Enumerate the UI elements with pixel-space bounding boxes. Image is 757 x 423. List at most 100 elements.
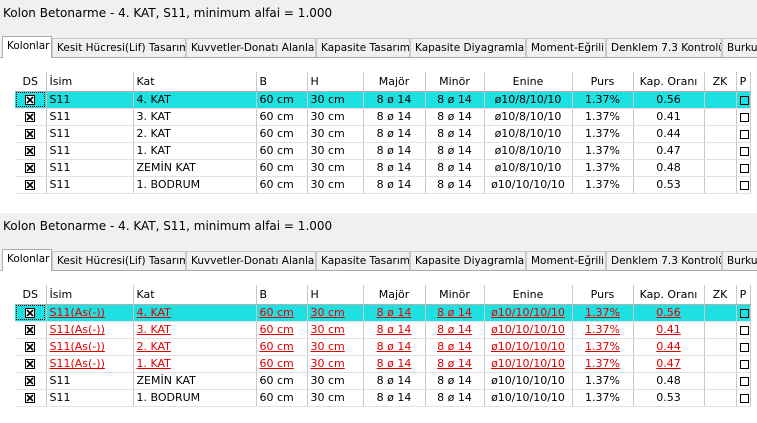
- column-header[interactable]: Enine: [484, 285, 573, 305]
- tab-kolonlar[interactable]: Kolonlar: [2, 249, 52, 271]
- p-cell[interactable]: [736, 338, 751, 356]
- tab-kapasite-diyagramlari[interactable]: Kapasite Diyagramları: [410, 251, 526, 270]
- tab-kapasite-tasarimi[interactable]: Kapasite Tasarımı: [316, 251, 410, 270]
- checked-box-icon[interactable]: [25, 308, 36, 318]
- column-header[interactable]: Minör: [425, 72, 485, 92]
- unchecked-box-icon[interactable]: [739, 376, 749, 386]
- tab-kapasite-diyagramlari[interactable]: Kapasite Diyagramları: [410, 38, 526, 57]
- table-row[interactable]: S11(As(-)) 4. KAT 60 cm 30 cm 8 ø 14 8 ø 14 ø1…: [15, 304, 751, 322]
- table-row[interactable]: S11 1. BODRUM 60 cm 30 cm 8 ø 14 8 ø 14 ø10/10…: [15, 176, 751, 194]
- unchecked-box-icon[interactable]: [739, 308, 749, 318]
- checked-box-icon[interactable]: [25, 146, 36, 156]
- column-header[interactable]: Kat: [133, 285, 257, 305]
- column-header[interactable]: DS: [15, 72, 47, 92]
- column-header[interactable]: Kap. Oranı: [633, 72, 705, 92]
- p-cell[interactable]: [736, 321, 751, 339]
- table-row[interactable]: S11 3. KAT 60 cm 30 cm 8 ø 14 8 ø 14 ø10/8/10/…: [15, 108, 751, 126]
- tab-denklem-kontrol[interactable]: Denklem 7.3 Kontrolü: [606, 38, 722, 57]
- column-header[interactable]: Majör: [363, 285, 426, 305]
- ds-cell[interactable]: [15, 125, 47, 143]
- p-cell[interactable]: [736, 304, 751, 322]
- unchecked-box-icon[interactable]: [739, 393, 749, 403]
- tab-moment-egrilik[interactable]: Moment-Eğrilik: [526, 251, 606, 270]
- ds-cell[interactable]: [15, 176, 47, 194]
- table-row[interactable]: S11 1. BODRUM 60 cm 30 cm 8 ø 14 8 ø 14 ø10/10…: [15, 389, 751, 407]
- column-header[interactable]: Minör: [425, 285, 485, 305]
- column-header[interactable]: İsim: [46, 285, 134, 305]
- tab-kolonlar[interactable]: Kolonlar: [2, 36, 52, 58]
- checked-box-icon[interactable]: [25, 393, 36, 403]
- ds-cell[interactable]: [15, 389, 47, 407]
- p-cell[interactable]: [736, 372, 751, 390]
- table-row[interactable]: S11(As(-)) 2. KAT 60 cm 30 cm 8 ø 14 8 ø 14 ø1…: [15, 338, 751, 356]
- tab-burkulma[interactable]: Burkulm: [722, 38, 757, 57]
- checked-box-icon[interactable]: [25, 180, 36, 190]
- p-cell[interactable]: [736, 108, 751, 126]
- column-header[interactable]: DS: [15, 285, 47, 305]
- table-row[interactable]: S11 ZEMİN KAT 60 cm 30 cm 8 ø 14 8 ø 14 ø10/8/…: [15, 159, 751, 177]
- table-row[interactable]: S11(As(-)) 3. KAT 60 cm 30 cm 8 ø 14 8 ø 14 ø1…: [15, 321, 751, 339]
- ds-cell[interactable]: [15, 372, 47, 390]
- tab-kuvvetler-donati[interactable]: Kuvvetler-Donatı Alanları: [186, 251, 316, 270]
- checked-box-icon[interactable]: [25, 112, 36, 122]
- p-cell[interactable]: [736, 355, 751, 373]
- p-cell[interactable]: [736, 176, 751, 194]
- column-header[interactable]: Kap. Oranı: [633, 285, 705, 305]
- tab-kapasite-tasarimi[interactable]: Kapasite Tasarımı: [316, 38, 410, 57]
- checked-box-icon[interactable]: [25, 376, 36, 386]
- p-cell[interactable]: [736, 389, 751, 407]
- tab-denklem-kontrol[interactable]: Denklem 7.3 Kontrolü: [606, 251, 722, 270]
- column-header[interactable]: B: [256, 72, 308, 92]
- column-header[interactable]: Purs: [572, 72, 634, 92]
- tab-burkulma[interactable]: Burkulm: [722, 251, 757, 270]
- column-header[interactable]: P: [736, 285, 751, 305]
- table-row[interactable]: S11 4. KAT 60 cm 30 cm 8 ø 14 8 ø 14 ø10/8/10/…: [15, 91, 751, 109]
- table-row[interactable]: S11(As(-)) 1. KAT 60 cm 30 cm 8 ø 14 8 ø 14 ø1…: [15, 355, 751, 373]
- p-cell[interactable]: [736, 125, 751, 143]
- checked-box-icon[interactable]: [25, 359, 36, 369]
- tab-moment-egrilik[interactable]: Moment-Eğrilik: [526, 38, 606, 57]
- column-header[interactable]: P: [736, 72, 751, 92]
- ds-cell[interactable]: [15, 91, 47, 109]
- ds-cell[interactable]: [15, 321, 47, 339]
- checked-box-icon[interactable]: [25, 129, 36, 139]
- column-header[interactable]: İsim: [46, 72, 134, 92]
- tab-kesit-hucresi[interactable]: Kesit Hücresi(Lif) Tasarımı: [52, 38, 186, 57]
- tab-kuvvetler-donati[interactable]: Kuvvetler-Donatı Alanları: [186, 38, 316, 57]
- unchecked-box-icon[interactable]: [739, 163, 749, 173]
- ds-cell[interactable]: [15, 338, 47, 356]
- table-row[interactable]: S11 ZEMİN KAT 60 cm 30 cm 8 ø 14 8 ø 14 ø10/10…: [15, 372, 751, 390]
- ds-cell[interactable]: [15, 108, 47, 126]
- unchecked-box-icon[interactable]: [739, 95, 749, 105]
- unchecked-box-icon[interactable]: [739, 129, 749, 139]
- tab-kesit-hucresi[interactable]: Kesit Hücresi(Lif) Tasarımı: [52, 251, 186, 270]
- column-header[interactable]: Purs: [572, 285, 634, 305]
- unchecked-box-icon[interactable]: [739, 112, 749, 122]
- unchecked-box-icon[interactable]: [739, 146, 749, 156]
- checked-box-icon[interactable]: [25, 95, 36, 105]
- unchecked-box-icon[interactable]: [739, 180, 749, 190]
- ds-cell[interactable]: [15, 355, 47, 373]
- table-row[interactable]: S11 2. KAT 60 cm 30 cm 8 ø 14 8 ø 14 ø10/8/10/…: [15, 125, 751, 143]
- unchecked-box-icon[interactable]: [739, 359, 749, 369]
- ds-cell[interactable]: [15, 142, 47, 160]
- unchecked-box-icon[interactable]: [739, 342, 749, 352]
- column-header[interactable]: Kat: [133, 72, 257, 92]
- table-row[interactable]: S11 1. KAT 60 cm 30 cm 8 ø 14 8 ø 14 ø10/8/10/…: [15, 142, 751, 160]
- column-header[interactable]: H: [307, 72, 364, 92]
- column-header[interactable]: H: [307, 285, 364, 305]
- ds-cell[interactable]: [15, 304, 47, 322]
- column-header[interactable]: Enine: [484, 72, 573, 92]
- checked-box-icon[interactable]: [25, 325, 36, 335]
- unchecked-box-icon[interactable]: [739, 325, 749, 335]
- ds-cell[interactable]: [15, 159, 47, 177]
- column-header[interactable]: Majör: [363, 72, 426, 92]
- p-cell[interactable]: [736, 91, 751, 109]
- checked-box-icon[interactable]: [25, 342, 36, 352]
- column-header[interactable]: ZK: [704, 285, 737, 305]
- checked-box-icon[interactable]: [25, 163, 36, 173]
- column-header[interactable]: ZK: [704, 72, 737, 92]
- p-cell[interactable]: [736, 159, 751, 177]
- p-cell[interactable]: [736, 142, 751, 160]
- column-header[interactable]: B: [256, 285, 308, 305]
